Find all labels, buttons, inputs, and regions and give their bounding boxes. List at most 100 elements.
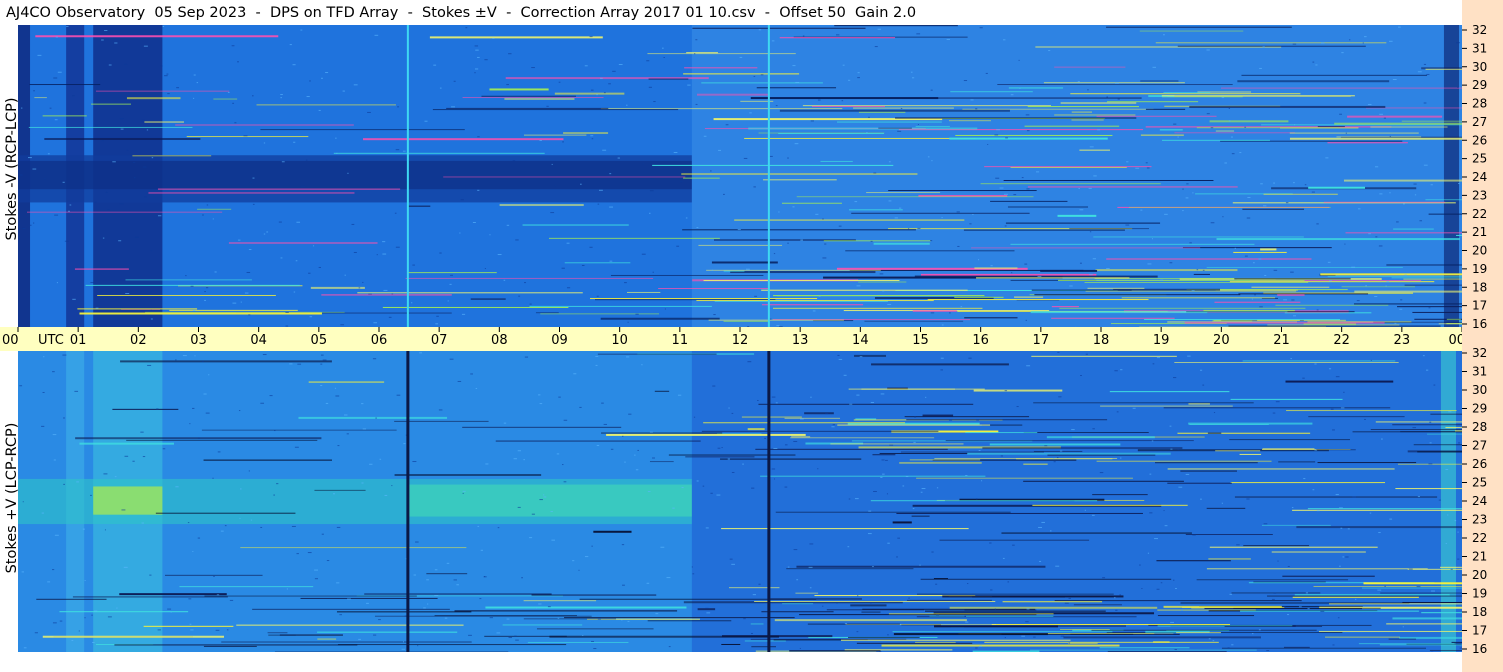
freq-tick-label: 28	[1472, 97, 1487, 111]
rfi-streak	[915, 125, 950, 127]
rfi-streak	[155, 512, 296, 514]
speckle	[1035, 171, 1040, 173]
speckle	[176, 87, 180, 89]
speckle	[1037, 276, 1042, 278]
speckle	[412, 264, 415, 266]
speckle	[624, 282, 627, 284]
speckle	[940, 357, 944, 359]
speckle	[1417, 496, 1420, 498]
rfi-streak	[336, 611, 472, 613]
speckle	[589, 36, 593, 38]
rfi-streak	[112, 408, 179, 410]
speckle	[1089, 146, 1094, 148]
speckle	[308, 272, 311, 274]
speckle	[1002, 39, 1006, 41]
rfi-streak	[489, 88, 549, 91]
speckle	[927, 156, 930, 158]
speckle	[397, 106, 400, 108]
rfi-streak	[1023, 432, 1149, 434]
speckle	[1106, 268, 1110, 270]
speckle	[114, 42, 118, 44]
rfi-streak	[1446, 318, 1461, 320]
speckle	[1428, 463, 1433, 465]
speckle	[873, 172, 877, 174]
rfi-streak	[1319, 630, 1462, 632]
speckle	[543, 494, 545, 496]
speckle	[843, 374, 847, 376]
rfi-streak	[837, 424, 991, 426]
rfi-streak	[658, 287, 769, 289]
rfi-streak	[741, 416, 802, 418]
speckle	[546, 105, 549, 107]
speckle	[842, 64, 845, 66]
speckle	[337, 445, 340, 447]
rfi-streak	[1392, 617, 1462, 620]
speckle	[252, 177, 255, 179]
speckle	[824, 243, 827, 245]
speckle	[295, 260, 298, 262]
rfi-streak	[1099, 647, 1190, 649]
rfi-streak	[761, 289, 968, 291]
speckle	[832, 424, 836, 426]
speckle	[596, 295, 599, 297]
speckle	[164, 75, 168, 77]
speckle	[897, 130, 902, 132]
speckle	[395, 246, 400, 248]
rfi-streak	[1033, 450, 1083, 452]
speckle	[1007, 581, 1010, 583]
speckle	[627, 620, 630, 622]
speckle	[285, 311, 289, 313]
rfi-streak	[980, 183, 1161, 185]
rfi-streak	[802, 105, 1051, 107]
rfi-streak	[1163, 407, 1391, 409]
speckle	[1173, 579, 1175, 581]
speckle	[91, 614, 93, 616]
speckle	[641, 253, 646, 255]
speckle	[1292, 43, 1297, 45]
speckle	[1156, 588, 1160, 590]
speckle	[1202, 384, 1205, 386]
speckle	[62, 354, 67, 356]
speckle	[680, 181, 683, 183]
speckle	[54, 534, 59, 536]
time-tick-label: 12	[732, 333, 749, 348]
speckle	[1206, 113, 1210, 115]
speckle	[446, 562, 450, 564]
speckle	[263, 142, 266, 144]
speckle	[1173, 123, 1177, 125]
time-tick-label: 09	[551, 333, 568, 348]
speckle	[124, 63, 128, 65]
speckle	[960, 306, 963, 308]
rfi-streak	[1294, 594, 1450, 596]
speckle	[841, 100, 844, 102]
speckle	[1262, 46, 1265, 48]
speckle	[447, 300, 449, 302]
speckle	[37, 54, 42, 56]
rfi-streak	[495, 440, 701, 442]
speckle	[289, 44, 292, 46]
speckle	[1125, 224, 1130, 226]
speckle	[76, 481, 79, 483]
rfi-streak	[563, 132, 609, 134]
rfi-streak	[1230, 482, 1386, 484]
rfi-streak	[1060, 628, 1110, 630]
speckle	[1196, 269, 1199, 271]
rfi-streak	[760, 475, 986, 477]
speckle	[888, 161, 891, 163]
speckle	[1004, 637, 1006, 639]
speckle	[760, 74, 764, 76]
speckle	[343, 414, 348, 416]
speckle	[908, 597, 910, 599]
speckle	[1342, 556, 1345, 558]
speckle	[539, 403, 543, 405]
speckle	[52, 569, 55, 571]
speckle	[1351, 266, 1356, 268]
speckle	[462, 492, 464, 494]
speckle	[1224, 162, 1227, 164]
rfi-streak	[499, 204, 584, 207]
speckle	[226, 629, 229, 631]
speckle	[626, 104, 628, 106]
speckle	[395, 149, 400, 151]
speckle	[1335, 376, 1340, 378]
rfi-streak	[761, 611, 834, 613]
